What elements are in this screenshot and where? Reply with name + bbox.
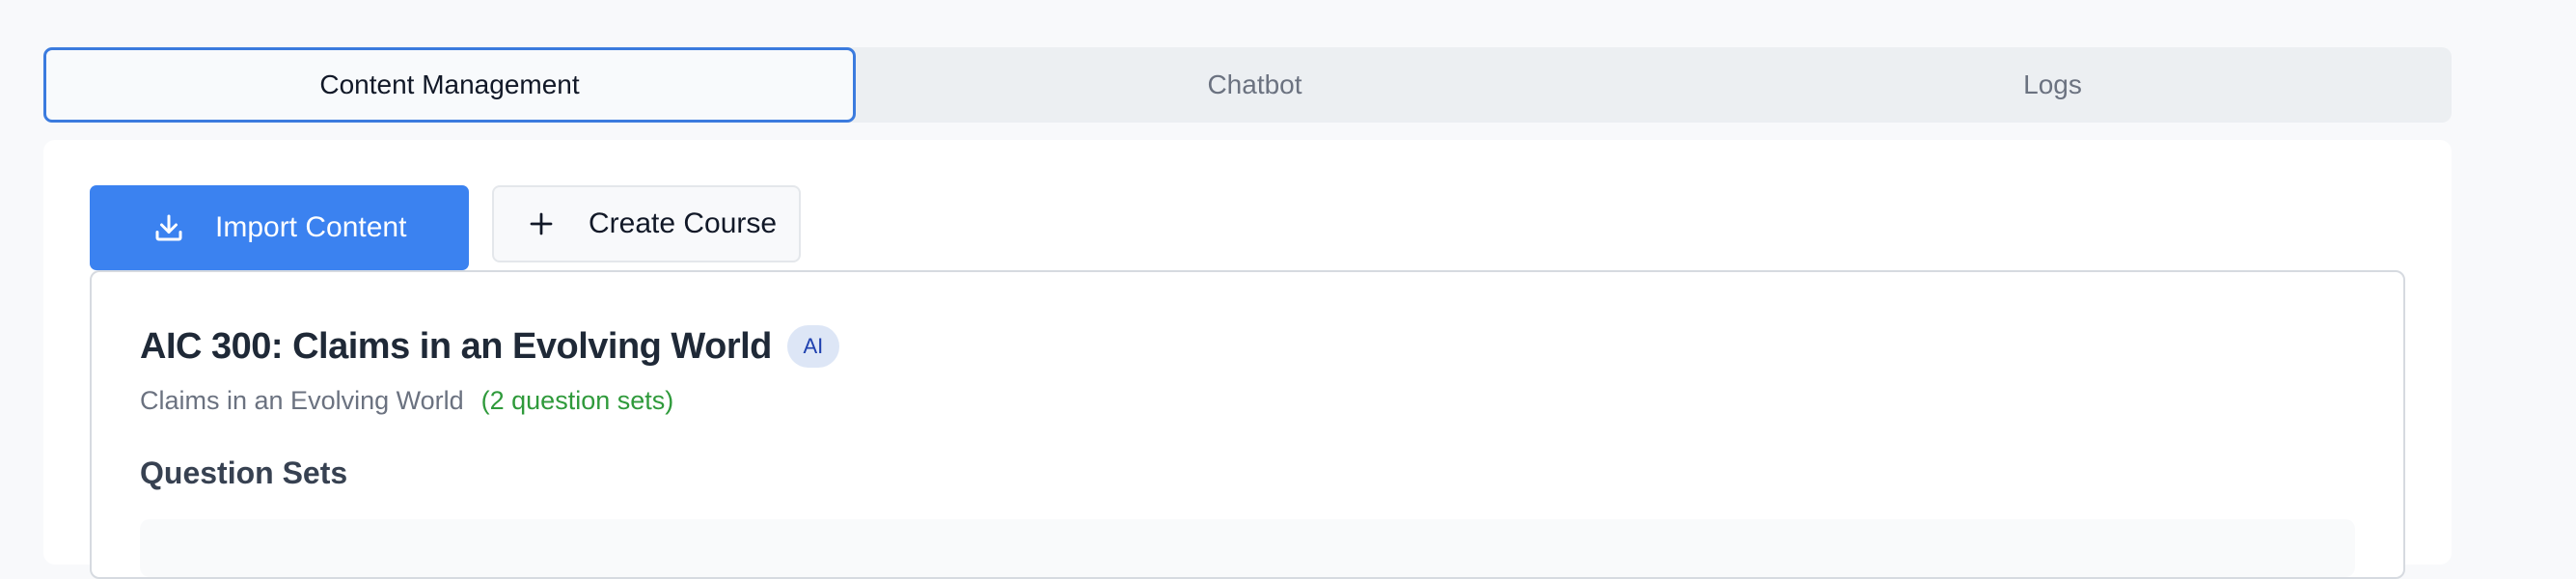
tab-logs[interactable]: Logs [1654,47,2452,123]
tab-bar: Content Management Chatbot Logs [43,47,2452,123]
tab-label: Content Management [319,69,580,99]
question-set-list [140,519,2355,577]
tab-chatbot[interactable]: Chatbot [856,47,1654,123]
create-course-button[interactable]: Create Course [492,185,801,262]
import-content-button[interactable]: Import Content [90,185,469,270]
tab-label: Logs [2023,69,2082,99]
plus-icon [527,209,556,238]
import-content-label: Import Content [215,211,407,243]
question-set-count: (2 question sets) [480,386,674,415]
course-title: AIC 300: Claims in an Evolving World [140,325,772,367]
download-icon [151,210,186,245]
create-course-label: Create Course [589,207,778,239]
course-header: AIC 300: Claims in an Evolving World AI [140,325,839,368]
question-sets-heading: Question Sets [140,455,348,490]
ai-badge: AI [786,325,839,368]
tab-content-management[interactable]: Content Management [43,47,856,123]
tab-label: Chatbot [1207,69,1302,99]
course-subtitle: Claims in an Evolving World [140,386,464,415]
course-meta: Claims in an Evolving World (2 question … [140,386,673,416]
course-card: AIC 300: Claims in an Evolving World AI … [90,270,2405,579]
